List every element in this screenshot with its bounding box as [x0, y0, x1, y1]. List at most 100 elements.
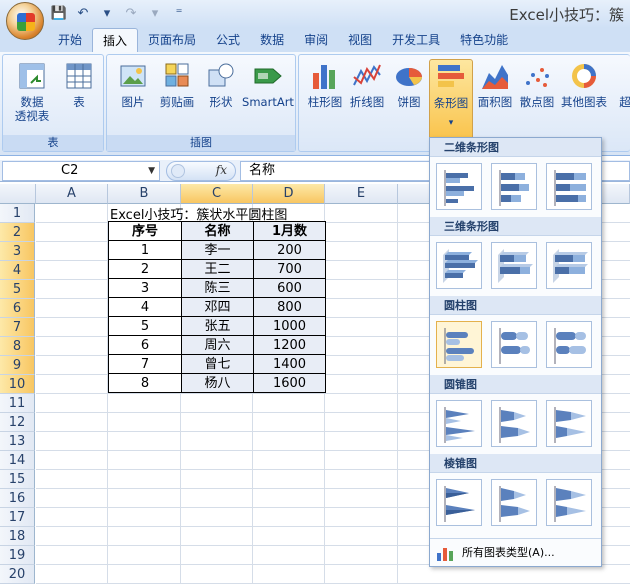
table-cell[interactable]: 陈三: [181, 278, 254, 298]
percent-stacked-horizontal-pyramid-option[interactable]: [546, 479, 592, 526]
pivot-table-button[interactable]: 数据 透视表: [7, 59, 57, 133]
undo-dropdown-icon[interactable]: ▾: [98, 5, 116, 23]
tab-developer[interactable]: 开发工具: [382, 28, 450, 52]
table-cell[interactable]: 2: [108, 259, 182, 279]
table-cell[interactable]: 张五: [181, 316, 254, 336]
table-cell[interactable]: 700: [253, 259, 326, 279]
row-header-7[interactable]: 7: [0, 318, 35, 337]
shapes-button[interactable]: 形状: [199, 59, 243, 133]
percent-stacked-bar-option[interactable]: [546, 163, 592, 210]
column-header-c[interactable]: C: [181, 184, 253, 204]
row-header-14[interactable]: 14: [0, 451, 35, 470]
area-chart-button[interactable]: 面积图: [473, 59, 517, 133]
3d-percent-stacked-bar-option[interactable]: [546, 242, 592, 289]
table-cell[interactable]: 7: [108, 354, 182, 374]
table-cell[interactable]: 1: [108, 240, 182, 260]
row-header-15[interactable]: 15: [0, 470, 35, 489]
row-header-9[interactable]: 9: [0, 356, 35, 375]
tab-special[interactable]: 特色功能: [450, 28, 518, 52]
name-box-dropdown-icon[interactable]: ▼: [148, 162, 155, 180]
column-header-a[interactable]: A: [36, 184, 108, 204]
column-header-e[interactable]: E: [325, 184, 398, 204]
clustered-bar-option[interactable]: [436, 163, 482, 210]
row-header-1[interactable]: 1: [0, 204, 35, 223]
table-cell[interactable]: 1000: [253, 316, 326, 336]
column-header-b[interactable]: B: [108, 184, 181, 204]
table-cell[interactable]: 杨八: [181, 373, 254, 393]
undo-icon[interactable]: ↶: [74, 5, 92, 23]
redo-dropdown-icon[interactable]: ▾: [146, 5, 164, 23]
row-header-17[interactable]: 17: [0, 508, 35, 527]
row-header-18[interactable]: 18: [0, 527, 35, 546]
stacked-horizontal-cylinder-option[interactable]: [491, 321, 537, 368]
insert-function-button[interactable]: fx: [166, 161, 236, 181]
clustered-horizontal-cone-option[interactable]: [436, 400, 482, 447]
all-chart-types-button[interactable]: 所有图表类型(A)...: [430, 538, 601, 566]
table-cell[interactable]: 邓四: [181, 297, 254, 317]
line-chart-button[interactable]: 折线图: [345, 59, 389, 133]
tab-home[interactable]: 开始: [48, 28, 92, 52]
row-header-19[interactable]: 19: [0, 546, 35, 565]
customize-qat-icon[interactable]: ⁼: [170, 5, 188, 23]
row-header-11[interactable]: 11: [0, 394, 35, 413]
table-cell[interactable]: 3: [108, 278, 182, 298]
table-cell[interactable]: 5: [108, 316, 182, 336]
column-chart-button[interactable]: 柱形图: [303, 59, 347, 133]
table-cell[interactable]: 1200: [253, 335, 326, 355]
row-header-4[interactable]: 4: [0, 261, 35, 280]
stacked-horizontal-pyramid-option[interactable]: [491, 479, 537, 526]
redo-icon[interactable]: ↷: [122, 5, 140, 23]
scatter-chart-button[interactable]: 散点图: [515, 59, 559, 133]
name-box[interactable]: C2 ▼: [2, 161, 160, 181]
hyperlink-button[interactable]: 超: [615, 59, 630, 133]
table-cell[interactable]: 李一: [181, 240, 254, 260]
tab-page-layout[interactable]: 页面布局: [138, 28, 206, 52]
row-header-13[interactable]: 13: [0, 432, 35, 451]
row-header-2[interactable]: 2: [0, 223, 35, 242]
tab-insert[interactable]: 插入: [92, 28, 139, 52]
row-header-3[interactable]: 3: [0, 242, 35, 261]
3d-clustered-bar-option[interactable]: [436, 242, 482, 289]
smartart-button[interactable]: SmartArt: [241, 59, 295, 133]
row-header-6[interactable]: 6: [0, 299, 35, 318]
column-header-d[interactable]: D: [253, 184, 325, 204]
3d-stacked-bar-option[interactable]: [491, 242, 537, 289]
table-cell[interactable]: 1600: [253, 373, 326, 393]
table-cell[interactable]: 1400: [253, 354, 326, 374]
percent-stacked-horizontal-cylinder-option[interactable]: [546, 321, 592, 368]
tab-review[interactable]: 审阅: [294, 28, 338, 52]
table-button[interactable]: 表: [57, 59, 101, 133]
table-header-cell[interactable]: 1月数: [253, 221, 326, 241]
clustered-horizontal-pyramid-option[interactable]: [436, 479, 482, 526]
table-cell[interactable]: 周六: [181, 335, 254, 355]
row-header-12[interactable]: 12: [0, 413, 35, 432]
percent-stacked-horizontal-cone-option[interactable]: [546, 400, 592, 447]
table-cell[interactable]: 600: [253, 278, 326, 298]
table-header-cell[interactable]: 序号: [108, 221, 182, 241]
bar-chart-button[interactable]: 条形图 ▾: [429, 59, 473, 141]
table-cell[interactable]: 6: [108, 335, 182, 355]
row-header-20[interactable]: 20: [0, 565, 35, 584]
table-cell[interactable]: 王二: [181, 259, 254, 279]
row-header-5[interactable]: 5: [0, 280, 35, 299]
office-button[interactable]: [6, 2, 44, 40]
table-cell[interactable]: 200: [253, 240, 326, 260]
save-icon[interactable]: 💾: [50, 5, 68, 23]
tab-data[interactable]: 数据: [250, 28, 294, 52]
table-cell[interactable]: 4: [108, 297, 182, 317]
row-header-10[interactable]: 10: [0, 375, 35, 394]
tab-view[interactable]: 视图: [338, 28, 382, 52]
row-header-8[interactable]: 8: [0, 337, 35, 356]
row-header-16[interactable]: 16: [0, 489, 35, 508]
select-all-corner[interactable]: [0, 184, 36, 204]
table-cell[interactable]: 800: [253, 297, 326, 317]
stacked-horizontal-cone-option[interactable]: [491, 400, 537, 447]
pie-chart-button[interactable]: 饼图: [387, 59, 431, 133]
picture-button[interactable]: 图片: [111, 59, 155, 133]
clipart-button[interactable]: 剪贴画: [155, 59, 199, 133]
other-charts-button[interactable]: 其他图表: [557, 59, 611, 133]
clustered-horizontal-cylinder-option[interactable]: [436, 321, 482, 368]
table-cell[interactable]: 曾七: [181, 354, 254, 374]
table-cell[interactable]: 8: [108, 373, 182, 393]
tab-formulas[interactable]: 公式: [206, 28, 250, 52]
